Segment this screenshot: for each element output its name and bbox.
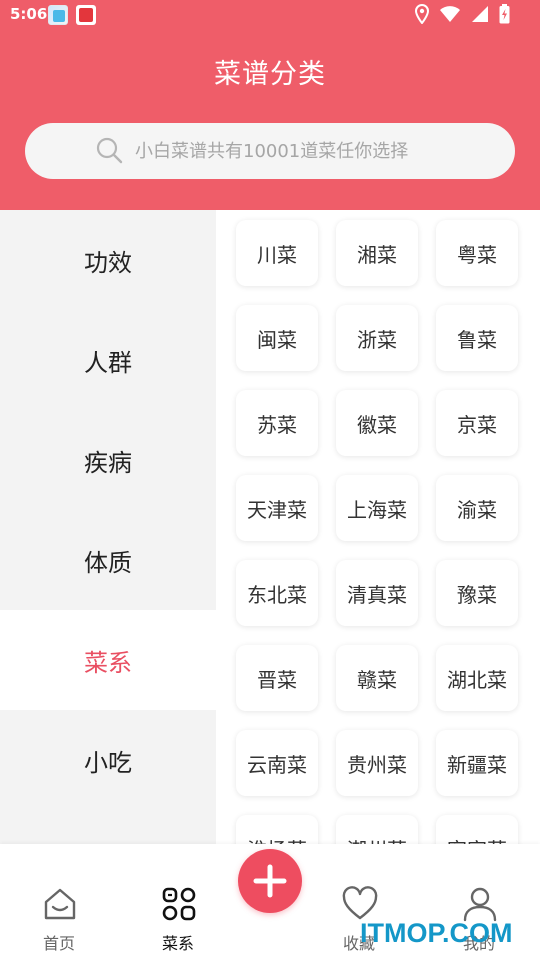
category-chip[interactable]: 上海菜	[336, 475, 418, 541]
category-chip[interactable]: 渝菜	[436, 475, 518, 541]
category-chip[interactable]: 豫菜	[436, 560, 518, 626]
location-icon	[415, 4, 429, 24]
sidebar-item[interactable]: 功效	[0, 210, 216, 310]
nav-cuisine[interactable]: 菜系	[124, 844, 232, 960]
header: 5:06 菜谱分类	[0, 0, 540, 210]
search-icon	[96, 137, 123, 164]
screen: 5:06 菜谱分类 小白菜谱共有10001道菜任你选择 功效 人群 疾病 体质 …	[0, 0, 540, 960]
category-chip[interactable]: 川菜	[236, 220, 318, 286]
wifi-icon	[440, 6, 460, 22]
sidebar-item[interactable]: 人群	[0, 310, 216, 410]
category-chip[interactable]: 东北菜	[236, 560, 318, 626]
category-chip[interactable]: 淮扬菜	[236, 815, 318, 844]
category-chip[interactable]: 京菜	[436, 390, 518, 456]
category-grid: 川菜 湘菜 粤菜闽菜 浙菜 鲁菜苏菜 徽菜 京菜天津菜 上海菜 渝菜东北菜 清真菜 豫菜晋菜 赣菜 湖北…	[236, 220, 526, 844]
category-chip[interactable]: 鲁菜	[436, 305, 518, 371]
sidebar-item[interactable]: 疾病	[0, 410, 216, 510]
page-title: 菜谱分类	[214, 59, 326, 90]
add-recipe-button[interactable]	[238, 849, 302, 913]
status-time: 5:06	[10, 5, 48, 23]
app-notification-icon	[76, 5, 96, 25]
category-grid-area: 川菜 湘菜 粤菜闽菜 浙菜 鲁菜苏菜 徽菜 京菜天津菜 上海菜 渝菜东北菜 清真菜 豫菜晋菜 赣菜 湖北…	[216, 210, 540, 844]
category-chip[interactable]: 云南菜	[236, 730, 318, 796]
nav-home-label: 首页	[42, 934, 75, 953]
category-chip[interactable]: 客家菜	[436, 815, 518, 844]
category-chip[interactable]: 赣菜	[336, 645, 418, 711]
signal-icon	[472, 6, 488, 22]
watermark: ITMOP.COM	[360, 918, 513, 948]
category-chip[interactable]: 粤菜	[436, 220, 518, 286]
nav-cuisine-label: 菜系	[161, 934, 194, 953]
plus-icon	[253, 864, 287, 898]
category-chip[interactable]: 新疆菜	[436, 730, 518, 796]
category-icon	[162, 887, 196, 921]
heart-icon	[342, 886, 378, 920]
category-chip[interactable]: 湖北菜	[436, 645, 518, 711]
category-chip[interactable]: 贵州菜	[336, 730, 418, 796]
category-sidebar: 功效 人群 疾病 体质 菜系 小吃	[0, 210, 216, 844]
category-chip[interactable]: 天津菜	[236, 475, 318, 541]
sidebar-item[interactable]: 小吃	[0, 710, 216, 810]
sidebar-item[interactable]: 体质	[0, 510, 216, 610]
search-input[interactable]	[135, 123, 495, 179]
nav-home[interactable]: 首页	[5, 844, 113, 960]
category-chip[interactable]: 潮州菜	[336, 815, 418, 844]
category-chip[interactable]: 清真菜	[336, 560, 418, 626]
category-chip[interactable]: 湘菜	[336, 220, 418, 286]
search-bar[interactable]	[25, 123, 515, 179]
category-chip[interactable]: 徽菜	[336, 390, 418, 456]
category-chip[interactable]: 晋菜	[236, 645, 318, 711]
status-icons	[415, 4, 510, 24]
battery-icon	[499, 4, 510, 24]
status-bar: 5:06	[0, 0, 540, 30]
category-chip[interactable]: 闽菜	[236, 305, 318, 371]
category-chip[interactable]: 苏菜	[236, 390, 318, 456]
app-notification-icon	[48, 5, 68, 25]
home-icon	[44, 888, 76, 920]
user-icon	[463, 887, 497, 922]
sidebar-item[interactable]: 菜系	[0, 610, 216, 710]
category-chip[interactable]: 浙菜	[336, 305, 418, 371]
